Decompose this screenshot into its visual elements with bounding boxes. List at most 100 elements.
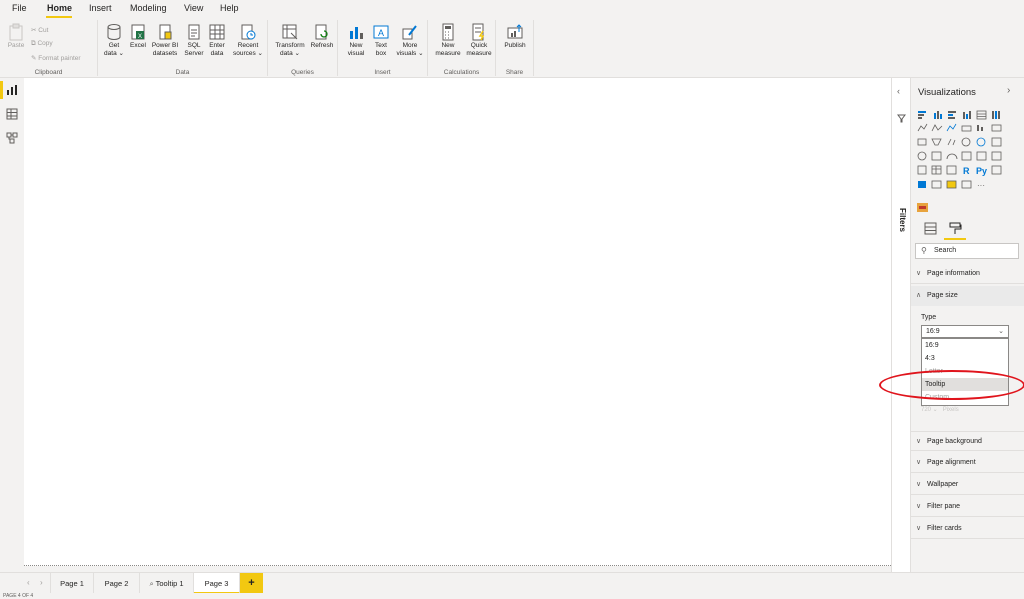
text-box-button[interactable]: A Text box [370, 23, 392, 58]
visual-icons-gallery[interactable]: R Py ··· [917, 109, 1017, 199]
section-page-background[interactable]: ∨ Page background [911, 431, 1024, 451]
transform-icon [282, 24, 298, 40]
filters-pane[interactable]: ‹ Filters [891, 78, 911, 572]
page-tab-2[interactable]: Page 2 [94, 573, 140, 594]
menu-help[interactable]: Help [220, 3, 239, 13]
more-visuals-label-1: More [402, 42, 418, 49]
search-placeholder: Search [934, 247, 957, 254]
report-canvas[interactable] [24, 78, 891, 566]
copy-label: Copy [37, 40, 53, 47]
fields-tab-icon[interactable] [924, 222, 937, 235]
sql-server-button[interactable]: SQL Server [182, 23, 206, 58]
menu-insert[interactable]: Insert [89, 3, 112, 13]
new-visual-button[interactable]: New visual [344, 23, 368, 58]
page-tab-3[interactable]: Page 3 [194, 573, 240, 594]
section-label: Page information [927, 270, 980, 277]
refresh-icon [315, 24, 328, 40]
next-page-icon[interactable]: › [40, 578, 43, 587]
get-data-button[interactable]: Get data ⌄ [102, 23, 126, 58]
enter-data-label-1: Enter [209, 42, 225, 49]
add-page-button[interactable]: + [240, 573, 263, 594]
refresh-label: Refresh [310, 42, 334, 49]
quick-measure-icon [472, 23, 485, 41]
ribbon: Paste ✂ Cut ⧉ Copy ✎ Format painter Clip… [0, 18, 1024, 78]
publish-icon [507, 24, 523, 39]
transform-label-2: data ⌄ [280, 50, 300, 57]
search-icon: ⚲ [921, 246, 927, 255]
chevron-down-icon: ∨ [916, 481, 922, 488]
section-filter-pane[interactable]: ∨ Filter pane [911, 497, 1024, 517]
get-data-label-1: Get [108, 42, 120, 49]
menu-file[interactable]: File [12, 3, 27, 13]
chevron-down-icon: ⌄ [998, 328, 1004, 335]
report-view-icon[interactable] [6, 84, 18, 96]
cut-button[interactable]: ✂ Cut [31, 26, 48, 34]
dataset-icon [159, 24, 172, 40]
dropdown-selected-value: 16:9 [926, 328, 940, 335]
copy-button[interactable]: ⧉ Copy [31, 40, 53, 48]
tooltip-page-icon: ⌕ [149, 579, 154, 588]
excel-button[interactable]: X Excel [127, 23, 149, 50]
format-painter-button[interactable]: ✎ Format painter [31, 54, 81, 62]
format-tab-indicator [944, 238, 966, 240]
new-measure-button[interactable]: New measure [433, 23, 463, 58]
new-visual-label-1: New [349, 42, 363, 49]
custom-visual-icon[interactable] [917, 203, 928, 212]
menu-bar: File Home Insert Modeling View Help [0, 0, 1024, 18]
option-16-9[interactable]: 16:9 [922, 339, 1008, 352]
svg-text:A: A [378, 28, 384, 38]
cut-label: Cut [38, 27, 49, 34]
page-tab-1[interactable]: Page 1 [50, 573, 94, 594]
pbi-datasets-label-1: Power BI [151, 42, 179, 49]
format-paint-roller-icon[interactable] [949, 222, 962, 235]
menu-home[interactable]: Home [47, 3, 72, 13]
recent-sources-button[interactable]: Recent sources ⌄ [231, 23, 265, 58]
prev-page-icon[interactable]: ‹ [27, 578, 30, 587]
transform-data-button[interactable]: Transform data ⌄ [273, 23, 307, 58]
recent-label-2: sources ⌄ [232, 50, 263, 57]
sql-label-1: SQL [187, 42, 201, 49]
menu-modeling[interactable]: Modeling [130, 3, 167, 13]
sql-icon [188, 24, 200, 40]
enter-data-button[interactable]: Enter data [206, 23, 228, 58]
chevron-down-icon: ∨ [916, 525, 922, 532]
clipboard-group-label: Clipboard [34, 69, 63, 76]
option-4-3[interactable]: 4:3 [922, 352, 1008, 365]
search-input[interactable]: ⚲ Search [915, 243, 1019, 259]
view-switcher [0, 78, 24, 570]
quick-measure-label-1: Quick [470, 42, 488, 49]
more-visuals-button[interactable]: More visuals ⌄ [394, 23, 426, 58]
page-size-type-dropdown[interactable]: 16:9 ⌄ [921, 325, 1009, 338]
section-label: Filter cards [927, 525, 962, 532]
section-filter-cards[interactable]: ∨ Filter cards [911, 519, 1024, 539]
section-page-information[interactable]: ∨ Page information [911, 264, 1024, 284]
refresh-button[interactable]: Refresh [308, 23, 336, 50]
share-group-label: Share [505, 69, 524, 76]
collapse-chevron-icon[interactable]: ‹ [897, 86, 900, 96]
clipboard-group: Paste ✂ Cut ⧉ Copy ✎ Format painter Clip… [0, 20, 98, 76]
page-tab-tooltip[interactable]: ⌕ Tooltip 1 [140, 573, 194, 594]
quick-measure-button[interactable]: Quick measure [464, 23, 494, 58]
data-view-icon[interactable] [6, 108, 18, 120]
sql-label-2: Server [184, 50, 204, 57]
calculations-group-label: Calculations [443, 69, 480, 76]
queries-group: Transform data ⌄ Refresh Queries [268, 20, 338, 76]
svg-text:···: ··· [977, 181, 985, 190]
section-page-size[interactable]: ∧ Page size [911, 286, 1024, 306]
menu-view[interactable]: View [184, 3, 203, 13]
format-painter-icon: ✎ [31, 55, 37, 62]
model-view-icon[interactable] [6, 132, 18, 144]
svg-text:R: R [963, 166, 970, 176]
section-wallpaper[interactable]: ∨ Wallpaper [911, 475, 1024, 495]
publish-label: Publish [504, 42, 526, 49]
enter-data-label-2: data [210, 50, 224, 57]
pbi-datasets-button[interactable]: Power BI datasets [149, 23, 181, 58]
visualizations-title: Visualizations [918, 87, 976, 98]
section-page-alignment[interactable]: ∨ Page alignment [911, 453, 1024, 473]
data-group-label: Data [175, 69, 190, 76]
type-label: Type [921, 314, 937, 321]
publish-button[interactable]: Publish [501, 23, 529, 50]
paste-button[interactable]: Paste [5, 23, 27, 50]
expand-chevron-icon[interactable]: › [1007, 85, 1010, 96]
filter-icon [897, 114, 906, 123]
